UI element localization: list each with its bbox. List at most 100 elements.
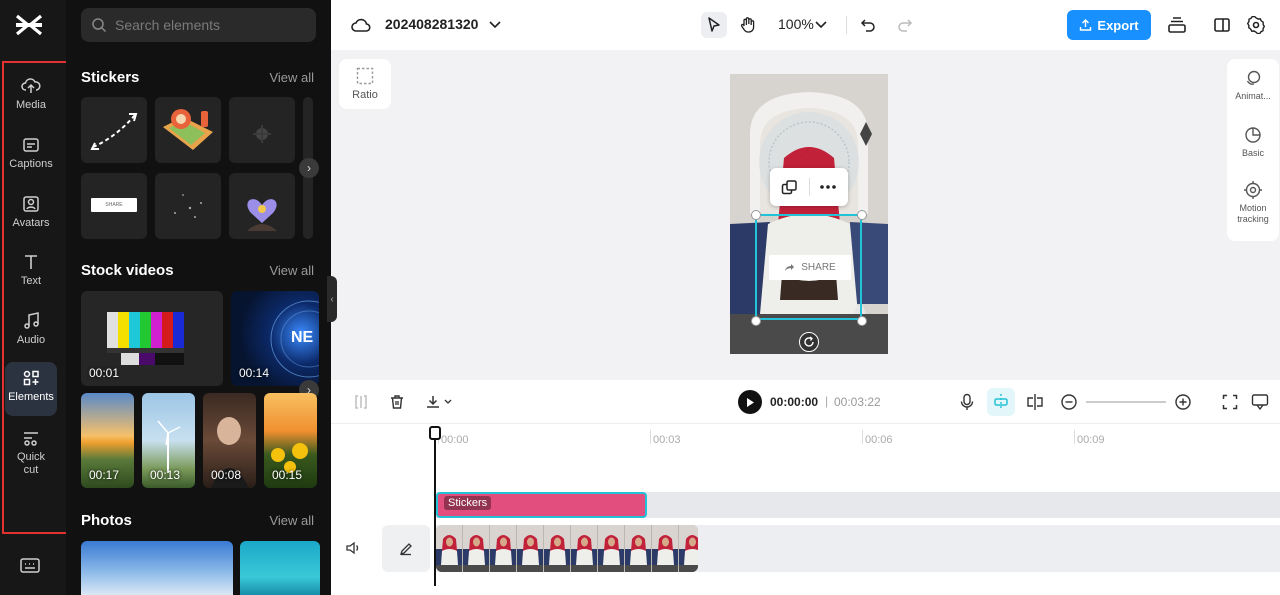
resize-handle[interactable] [751, 210, 761, 220]
sticker-partial[interactable] [303, 97, 313, 163]
rail-item-captions[interactable]: Captions [5, 129, 57, 183]
prop-label: Basic [1241, 148, 1264, 158]
rail-item-media[interactable]: Media [5, 70, 57, 124]
zoom-out-icon[interactable] [1058, 391, 1080, 413]
ratio-button[interactable]: Ratio [339, 59, 391, 109]
more-options-icon[interactable] [819, 184, 837, 190]
video-duration: 00:14 [239, 366, 270, 380]
split-clip-icon[interactable] [1024, 391, 1046, 413]
stock-video-6[interactable]: 00:15 [264, 393, 317, 488]
select-cursor-icon[interactable] [701, 12, 727, 38]
feedback-icon[interactable] [1249, 391, 1271, 413]
stickers-scroll-right[interactable]: › [299, 158, 319, 178]
stock-videos-view-all[interactable]: View all [269, 263, 314, 278]
rail-item-label: Avatars [12, 217, 50, 229]
edit-cover-button[interactable] [382, 525, 430, 572]
sticker-share[interactable]: SHARE [81, 173, 147, 239]
avatar-icon [23, 196, 39, 212]
magnet-snap-icon[interactable] [987, 388, 1015, 416]
top-bar: 202408281320 100% Export [331, 0, 1280, 50]
zoom-chevron-down-icon[interactable] [812, 12, 830, 38]
video-filmstrip [436, 525, 698, 572]
sticker-heart-cat[interactable] [229, 173, 295, 239]
stickers-clip[interactable]: Stickers [436, 492, 647, 518]
ruler-label: 00:03 [653, 434, 681, 446]
zoom-in-icon[interactable] [1172, 391, 1194, 413]
properties-panel: Animat... Basic Motion tracking [1227, 59, 1279, 241]
playhead-handle[interactable] [429, 426, 441, 440]
video-clip[interactable] [436, 525, 698, 572]
cloud-sync-icon[interactable] [348, 12, 374, 38]
stock-video-2[interactable]: NE 00:14 [231, 291, 319, 386]
search-input[interactable] [115, 17, 305, 33]
chevron-down-icon[interactable] [485, 12, 505, 38]
export-label: Export [1097, 17, 1139, 33]
project-name[interactable]: 202408281320 [385, 16, 478, 32]
undo-icon[interactable] [855, 12, 881, 38]
dashed-arrow-sticker [90, 113, 138, 150]
download-dropdown-icon[interactable] [423, 391, 457, 413]
canvas-area: Ratio SHARE Animat... Basic Motion track… [331, 50, 1280, 380]
split-layout-icon[interactable] [1209, 12, 1235, 38]
fullscreen-icon[interactable] [1219, 391, 1241, 413]
share-arrow-icon [785, 264, 795, 271]
rotate-handle[interactable] [799, 332, 819, 352]
rail-item-quick-cut[interactable]: Quick cut [5, 422, 57, 482]
duplicate-icon[interactable] [781, 179, 798, 196]
export-button[interactable]: Export [1067, 10, 1151, 40]
settings-gear-icon[interactable] [1243, 12, 1269, 38]
prop-basic[interactable]: Basic [1227, 126, 1279, 158]
stack-layers-icon[interactable] [1164, 12, 1190, 38]
stock-video-1[interactable]: 00:01 [81, 291, 223, 386]
microphone-icon[interactable] [956, 391, 978, 413]
hand-pan-icon[interactable] [735, 12, 761, 38]
prop-motion-tracking[interactable]: Motion tracking [1227, 181, 1279, 225]
sticker-dots[interactable] [155, 173, 221, 239]
delete-trash-icon[interactable] [386, 391, 408, 413]
video-preview[interactable]: SHARE [730, 74, 888, 354]
photo-2[interactable] [240, 541, 320, 595]
video-duration: 00:15 [272, 468, 303, 482]
sticker-map[interactable] [155, 97, 221, 163]
stock-video-4[interactable]: 00:13 [142, 393, 195, 488]
playhead[interactable] [434, 426, 436, 586]
volume-icon[interactable] [345, 541, 361, 560]
rail-item-elements[interactable]: Elements [5, 362, 57, 416]
cloud-upload-icon [21, 78, 41, 93]
sticker-context-toolbar [770, 168, 848, 206]
left-rail: Media Captions Avatars Text Audio Elemen… [0, 0, 66, 595]
rail-item-label: Captions [9, 158, 53, 170]
redo-icon[interactable] [892, 12, 918, 38]
sticker-sparkle[interactable] [229, 97, 295, 163]
stock-video-3[interactable]: 00:17 [81, 393, 134, 488]
sticker-arrow[interactable] [81, 97, 147, 163]
keyboard-icon[interactable] [19, 556, 41, 576]
resize-handle[interactable] [857, 210, 867, 220]
rail-item-avatars[interactable]: Avatars [5, 188, 57, 242]
resize-handle[interactable] [751, 316, 761, 326]
rail-item-audio[interactable]: Audio [5, 305, 57, 359]
sparkle-sticker [253, 125, 271, 143]
zoom-level[interactable]: 100% [778, 16, 814, 32]
ratio-icon [356, 67, 374, 85]
stock-video-5[interactable]: 00:08 [203, 393, 256, 488]
share-sticker[interactable]: SHARE [769, 255, 851, 280]
photos-view-all[interactable]: View all [269, 513, 314, 528]
panel-collapse-handle[interactable]: ‹ [327, 276, 337, 322]
video-duration: 00:17 [89, 468, 120, 482]
prop-animation[interactable]: Animat... [1227, 69, 1279, 101]
resize-handle[interactable] [857, 316, 867, 326]
stickers-view-all[interactable]: View all [269, 70, 314, 85]
search-box[interactable] [81, 8, 316, 42]
stickers-title: Stickers [81, 69, 140, 86]
animation-icon [1246, 70, 1261, 85]
photo-1[interactable] [81, 541, 233, 595]
play-button[interactable] [738, 390, 762, 414]
rail-item-text[interactable]: Text [5, 246, 57, 300]
timeline-zoom-slider[interactable] [1086, 401, 1166, 403]
split-bracket-icon[interactable] [350, 391, 372, 413]
share-sticker-label: SHARE [91, 198, 137, 212]
capcut-logo[interactable] [14, 12, 44, 38]
sticker-partial[interactable] [303, 173, 313, 239]
timeline-toolbar: 00:00:00 | 00:03:22 [331, 380, 1280, 424]
